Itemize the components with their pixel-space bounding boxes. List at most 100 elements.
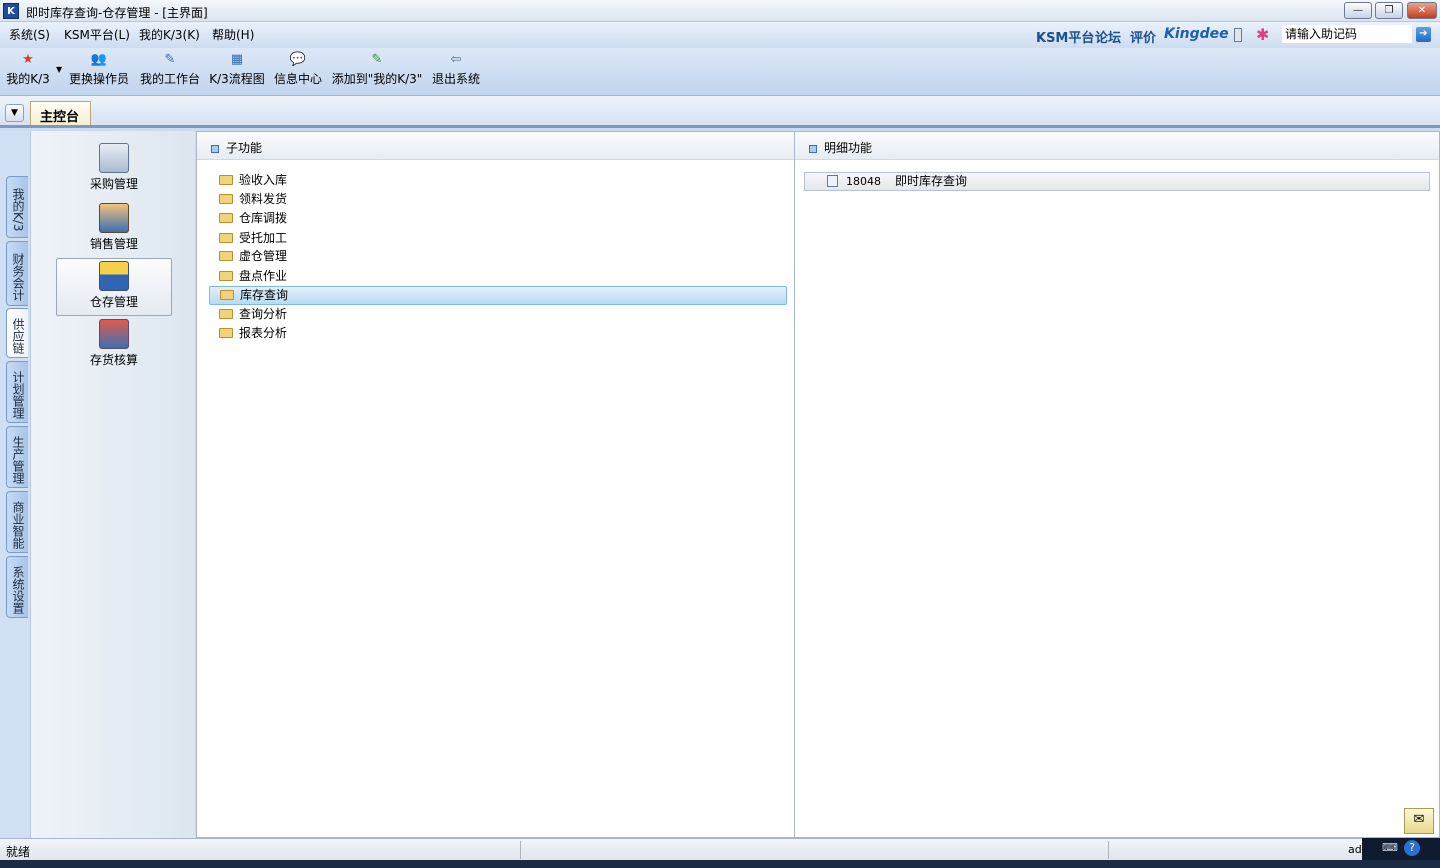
module-inventory-costing[interactable]: 存货核算 bbox=[56, 317, 172, 375]
detail-title: 明细功能 bbox=[824, 141, 873, 155]
star-icon: ★ bbox=[22, 52, 34, 67]
users-icon: 👥 bbox=[90, 52, 108, 67]
tab-strip: ▼ 主控台 bbox=[0, 96, 1440, 128]
sales-icon bbox=[99, 203, 129, 233]
mnemonic-search-input[interactable]: 请输入助记码 bbox=[1282, 25, 1412, 43]
flowchart-icon: ▦ bbox=[230, 52, 244, 67]
message-center-button[interactable]: 💬 信息中心 bbox=[273, 50, 323, 92]
minimize-button[interactable]: — bbox=[1344, 2, 1372, 19]
menu-ksm-platform[interactable]: KSM平台(L) bbox=[64, 26, 130, 43]
my-k3-label: 我的K/3 bbox=[6, 72, 50, 86]
subfunction-panel: 子功能 验收入库 领料发货 仓库调拨 受托加工 虚仓管理 盘点作业 库存查询 查… bbox=[196, 131, 795, 838]
folder-icon bbox=[219, 309, 233, 319]
side-tab-my-k3[interactable]: 我的K/3 bbox=[6, 176, 28, 238]
taskbar bbox=[0, 860, 1440, 868]
toolbar: ★ 我的K/3 ▼ 👥 更换操作员 ✎ 我的工作台 ▦ K/3流程图 💬 信息中… bbox=[0, 48, 1440, 96]
folder-icon bbox=[219, 251, 233, 261]
tree-item-receipt[interactable]: 验收入库 bbox=[219, 172, 797, 191]
switch-operator-label: 更换操作员 bbox=[68, 72, 129, 86]
menu-my-k3[interactable]: 我的K/3(K) bbox=[139, 26, 200, 43]
mail-icon[interactable]: ✉ bbox=[1404, 808, 1434, 834]
document-icon bbox=[827, 175, 838, 187]
status-text: 就绪 bbox=[6, 845, 31, 859]
subfunction-header: 子功能 bbox=[197, 132, 794, 160]
k3-flowchart-button[interactable]: ▦ K/3流程图 bbox=[208, 50, 266, 92]
status-divider bbox=[520, 841, 521, 859]
open-folder-icon bbox=[220, 290, 234, 300]
module-warehouse[interactable]: 仓存管理 bbox=[56, 258, 172, 316]
review-link[interactable]: 评价 bbox=[1130, 27, 1156, 46]
tree-item-label: 仓库调拨 bbox=[239, 211, 288, 225]
ksm-platform-link[interactable]: KSM平台 bbox=[1036, 27, 1094, 46]
folder-icon bbox=[219, 194, 233, 204]
module-inventory-costing-label: 存货核算 bbox=[89, 353, 138, 367]
switch-operator-button[interactable]: 👥 更换操作员 bbox=[68, 50, 130, 92]
help-icon[interactable]: ? bbox=[1404, 840, 1420, 856]
tree-item-material-issue[interactable]: 领料发货 bbox=[219, 191, 797, 210]
side-tab-system-settings[interactable]: 系统设置 bbox=[6, 556, 28, 618]
module-sales-label: 销售管理 bbox=[89, 237, 138, 251]
kingdee-logo: Kingdee bbox=[1164, 26, 1229, 42]
k3-flowchart-label: K/3流程图 bbox=[209, 72, 265, 86]
mobile-device-icon[interactable] bbox=[1234, 28, 1242, 42]
system-tray: ⌨ ? bbox=[1362, 838, 1440, 860]
folder-icon bbox=[219, 213, 233, 223]
title-bar: K 即时库存查询-仓存管理 - [主界面] — ❐ ✕ bbox=[0, 0, 1440, 22]
exit-system-label: 退出系统 bbox=[431, 72, 480, 86]
menu-help[interactable]: 帮助(H) bbox=[212, 26, 254, 43]
window-title: 即时库存查询-仓存管理 - [主界面] bbox=[26, 6, 208, 20]
my-k3-button[interactable]: ★ 我的K/3 bbox=[5, 50, 51, 92]
tab-main-console[interactable]: 主控台 bbox=[30, 101, 91, 125]
tree-item-label: 盘点作业 bbox=[239, 269, 288, 283]
menu-bar: 系统(S) KSM平台(L) 我的K/3(K) 帮助(H) KSM平台 论坛 评… bbox=[0, 22, 1440, 48]
subfunction-title: 子功能 bbox=[226, 141, 263, 155]
close-button[interactable]: ✕ bbox=[1407, 2, 1437, 19]
module-sales[interactable]: 销售管理 bbox=[56, 201, 172, 259]
side-tab-planning[interactable]: 计划管理 bbox=[6, 361, 28, 423]
restore-button[interactable]: ❐ bbox=[1375, 2, 1403, 19]
tree-item-label: 验收入库 bbox=[239, 173, 288, 187]
tree-item-consigned-processing[interactable]: 受托加工 bbox=[219, 230, 797, 249]
keyboard-icon[interactable]: ⌨ bbox=[1382, 841, 1398, 854]
detail-item-name: 即时库存查询 bbox=[895, 174, 968, 188]
go-arrow-icon[interactable]: ➔ bbox=[1416, 27, 1431, 42]
app-logo-icon: K bbox=[3, 3, 19, 19]
chat-icon: 💬 bbox=[289, 52, 307, 67]
detail-item-instant-inventory-query[interactable]: 18048 即时库存查询 bbox=[804, 172, 1430, 191]
tree-item-inventory-query[interactable]: 库存查询 bbox=[209, 286, 787, 305]
tree-item-stocktaking[interactable]: 盘点作业 bbox=[219, 268, 797, 287]
forum-link[interactable]: 论坛 bbox=[1095, 27, 1121, 46]
side-tab-finance[interactable]: 财务会计 bbox=[6, 241, 28, 306]
inventory-costing-icon bbox=[99, 319, 129, 349]
menu-system[interactable]: 系统(S) bbox=[9, 26, 50, 43]
add-edit-icon: ✎ bbox=[371, 52, 383, 67]
exit-system-button[interactable]: ⇦ 退出系统 bbox=[431, 50, 481, 92]
folder-icon bbox=[219, 175, 233, 185]
side-tab-business-intelligence[interactable]: 商业智能 bbox=[6, 491, 28, 553]
star-icon[interactable]: ✱ bbox=[1256, 25, 1269, 44]
tree-item-label: 库存查询 bbox=[240, 288, 289, 302]
detail-panel: 明细功能 18048 即时库存查询 bbox=[794, 131, 1440, 838]
tree-item-virtual-warehouse[interactable]: 虚仓管理 bbox=[219, 248, 797, 267]
pen-icon: ✎ bbox=[164, 52, 176, 67]
module-purchase-label: 采购管理 bbox=[89, 177, 138, 191]
tab-menu-chevron-icon[interactable]: ▼ bbox=[5, 104, 24, 122]
exit-icon: ⇦ bbox=[450, 52, 462, 67]
folder-icon bbox=[219, 233, 233, 243]
tree-item-query-analysis[interactable]: 查询分析 bbox=[219, 306, 797, 325]
tree-item-label: 报表分析 bbox=[239, 326, 288, 340]
purchase-icon bbox=[99, 143, 129, 173]
my-workbench-button[interactable]: ✎ 我的工作台 bbox=[139, 50, 201, 92]
detail-item-code: 18048 bbox=[846, 175, 881, 188]
tree-item-report-analysis[interactable]: 报表分析 bbox=[219, 325, 797, 344]
add-to-my-k3-button[interactable]: ✎ 添加到"我的K/3" bbox=[331, 50, 423, 92]
dropdown-arrow-icon[interactable]: ▼ bbox=[56, 65, 62, 74]
module-purchase[interactable]: 采购管理 bbox=[56, 141, 172, 199]
module-warehouse-label: 仓存管理 bbox=[89, 295, 138, 309]
status-bar: 就绪 ad bbox=[0, 838, 1440, 860]
side-tab-supply-chain[interactable]: 供应链 bbox=[6, 308, 28, 358]
tree-item-transfer[interactable]: 仓库调拨 bbox=[219, 210, 797, 229]
side-tab-bar: 我的K/3 财务会计 供应链 计划管理 生产管理 商业智能 系统设置 bbox=[0, 131, 30, 838]
side-tab-production[interactable]: 生产管理 bbox=[6, 426, 28, 488]
folder-icon bbox=[219, 271, 233, 281]
